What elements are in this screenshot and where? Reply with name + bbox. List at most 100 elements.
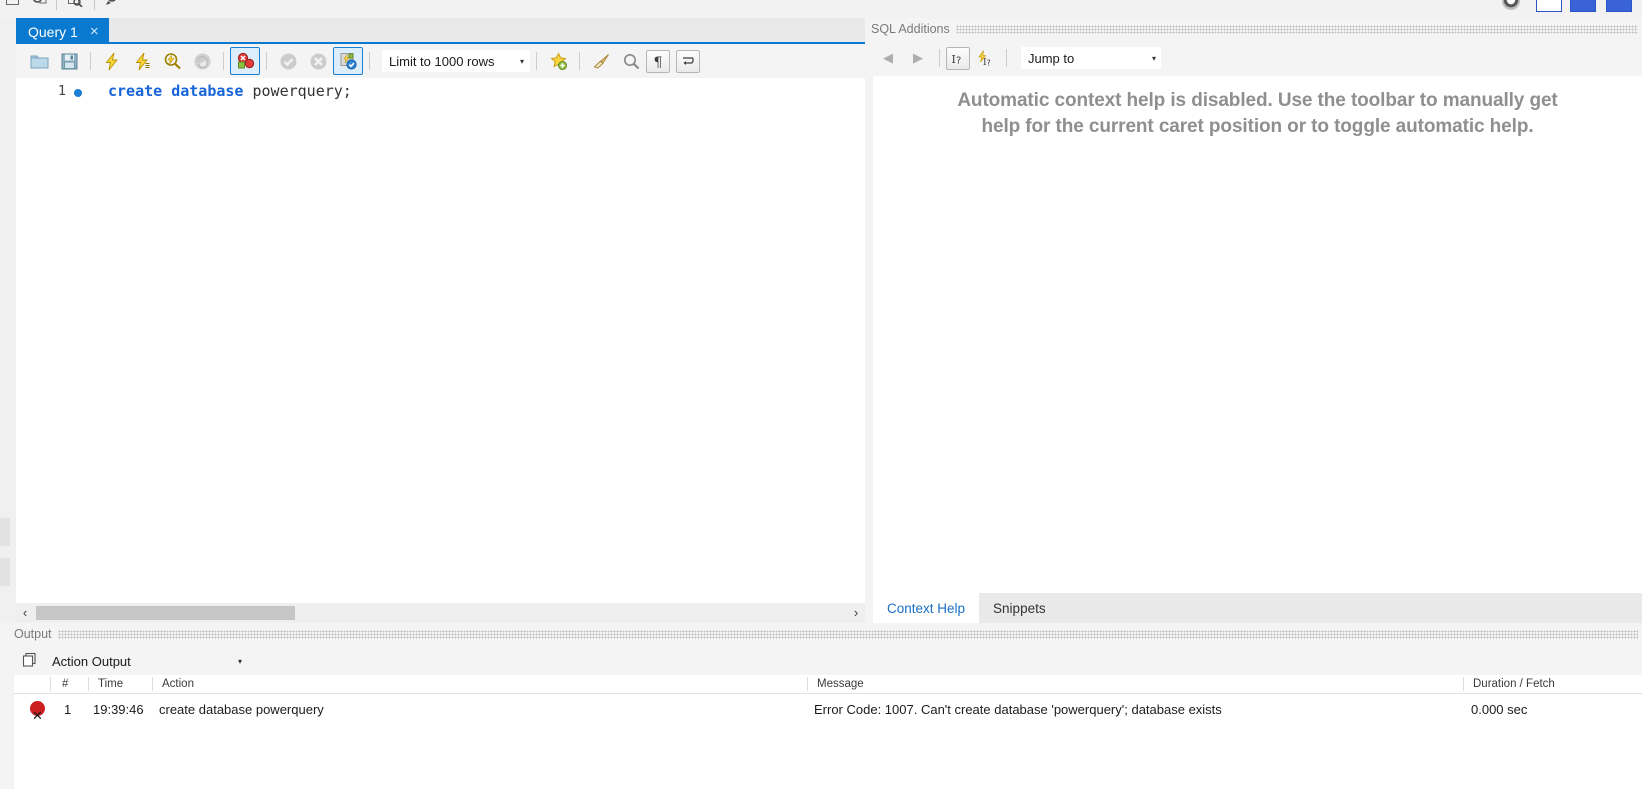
rail-handle-2[interactable] (0, 558, 10, 586)
output-title: Output (14, 627, 52, 641)
copy-icon[interactable] (20, 651, 40, 671)
forward-icon[interactable]: ▶ (903, 45, 933, 71)
column-divider-1[interactable] (50, 677, 51, 691)
sql-additions-caption: SQL Additions (865, 18, 1642, 40)
open-icon[interactable] (2, 0, 24, 13)
caption-dotted-rule (955, 24, 1638, 34)
jump-to-value: Jump to (1028, 50, 1075, 66)
column-header-time[interactable]: Time (98, 678, 123, 690)
action-output-table: # Time Action Message Duration / Fetch ✕… (14, 675, 1642, 789)
scroll-right-icon[interactable]: › (847, 603, 865, 623)
row-message: Error Code: 1007. Can't create database … (814, 702, 1222, 717)
wrap-lines-icon[interactable] (676, 49, 700, 73)
beautify-query-icon[interactable] (543, 47, 573, 75)
sql-additions-tabs: Context Help Snippets (873, 593, 1642, 623)
column-divider-4[interactable] (807, 677, 808, 691)
query-toolbar: Limit to 1000 rows ▾ ¶ (16, 42, 865, 78)
rollback-icon[interactable] (303, 47, 333, 75)
close-icon[interactable]: × (90, 24, 99, 39)
tab-snippets-label: Snippets (993, 600, 1046, 616)
toolbar-separator-c (266, 52, 267, 70)
sql-identifier: powerquery; (243, 82, 352, 100)
column-header-duration[interactable]: Duration / Fetch (1473, 678, 1555, 690)
invisible-chars-icon[interactable]: ¶ (646, 49, 670, 73)
row-duration: 0.000 sec (1471, 702, 1528, 717)
output-type-value: Action Output (52, 653, 131, 669)
sa-separator-a (939, 49, 940, 67)
search-icon[interactable] (102, 0, 124, 13)
column-header-action[interactable]: Action (162, 678, 194, 690)
find-icon[interactable] (616, 47, 646, 75)
sql-keywords: create database (108, 82, 244, 100)
execute-current-statement-icon[interactable] (127, 47, 157, 75)
sql-code-line[interactable]: create database powerquery; (108, 82, 352, 100)
stop-execution-icon[interactable] (187, 47, 217, 75)
context-help-message-line-1: Automatic context help is disabled. Use … (957, 90, 1558, 111)
maximize-button[interactable] (1570, 0, 1596, 12)
output-type-select[interactable]: Action Output ▾ (48, 650, 248, 672)
scrollbar-thumb[interactable] (36, 606, 295, 620)
close-button[interactable] (1606, 0, 1632, 12)
column-divider-3[interactable] (152, 677, 153, 691)
context-help-message-line-2: help for the current caret position or t… (981, 115, 1534, 137)
save-icon[interactable] (28, 0, 50, 13)
jump-to-select[interactable]: Jump to ▾ (1021, 47, 1161, 69)
save-script-icon[interactable] (54, 47, 84, 75)
automatic-context-help-icon[interactable]: I ? (970, 44, 1000, 72)
rail-handle-1[interactable] (0, 518, 10, 546)
table-row[interactable]: ✕ 1 19:39:46 create database powerquery … (14, 694, 1642, 724)
toolbar-separator-f (579, 52, 580, 70)
sa-separator-b (1006, 49, 1007, 67)
toolbar-separator-1 (56, 0, 57, 10)
execute-statement-icon[interactable] (97, 47, 127, 75)
output-caption: Output (14, 623, 1642, 645)
clear-icon[interactable] (586, 47, 616, 75)
tab-snippets[interactable]: Snippets (979, 593, 1060, 623)
restore-button[interactable] (1536, 0, 1562, 12)
line-number: 1 (57, 83, 66, 99)
editor-gutter (16, 78, 90, 603)
inspect-icon[interactable] (64, 0, 86, 13)
svg-text:¶: ¶ (653, 55, 662, 69)
toolbar-separator-a (90, 52, 91, 70)
tab-context-help[interactable]: Context Help (873, 593, 980, 623)
row-time: 19:39:46 (93, 702, 144, 717)
statement-marker-icon[interactable] (74, 89, 82, 97)
open-sql-script-icon[interactable] (24, 47, 54, 75)
explain-query-icon[interactable] (157, 47, 187, 75)
mysql-workbench-window: Query 1 × Limit to 1000 rows ▾ ¶ 1 creat… (0, 0, 1642, 789)
error-status-icon: ✕ (30, 701, 45, 724)
column-header-message[interactable]: Message (817, 678, 864, 690)
chevron-down-icon[interactable]: ▾ (238, 657, 242, 666)
back-icon[interactable]: ◀ (873, 45, 903, 71)
editor-tab-query-1[interactable]: Query 1 × (16, 18, 109, 42)
context-help-icon[interactable]: I ? (946, 46, 970, 70)
row-action: create database powerquery (159, 702, 324, 717)
limit-rows-value: Limit to 1000 rows (389, 53, 495, 69)
sql-additions-title: SQL Additions (871, 22, 950, 36)
limit-rows-select[interactable]: Limit to 1000 rows ▾ (382, 50, 530, 72)
toolbar-separator-d (369, 52, 370, 70)
editor-tab-label: Query 1 (28, 23, 78, 40)
toggle-autocommit-icon[interactable] (333, 47, 363, 75)
sql-additions-panel: SQL Additions ◀ ▶ I ? I ? Jump to ▾ Auto… (865, 18, 1642, 623)
scrollbar-track[interactable] (295, 603, 847, 623)
chevron-down-icon[interactable]: ▾ (1152, 54, 1156, 63)
column-divider-2[interactable] (88, 677, 89, 691)
toggle-stop-on-error-icon[interactable] (230, 47, 260, 75)
chevron-down-icon[interactable]: ▾ (520, 57, 524, 66)
svg-text:?: ? (987, 58, 991, 67)
scroll-left-icon[interactable]: ‹ (16, 603, 34, 623)
editor-horizontal-scrollbar[interactable]: ‹ › (16, 603, 865, 623)
context-help-body: Automatic context help is disabled. Use … (873, 76, 1642, 593)
commit-icon[interactable] (273, 47, 303, 75)
toolbar-separator-b (223, 52, 224, 70)
left-sidebar-rail (0, 18, 16, 623)
svg-text:?: ? (956, 55, 961, 66)
app-status-icon (1502, 0, 1520, 10)
toolbar-separator-2 (94, 0, 95, 10)
column-divider-5[interactable] (1463, 677, 1464, 691)
column-header-number[interactable]: # (62, 678, 68, 690)
sql-additions-toolbar: ◀ ▶ I ? I ? Jump to ▾ (865, 40, 1642, 76)
sql-editor[interactable]: 1 create database powerquery; (16, 78, 865, 603)
